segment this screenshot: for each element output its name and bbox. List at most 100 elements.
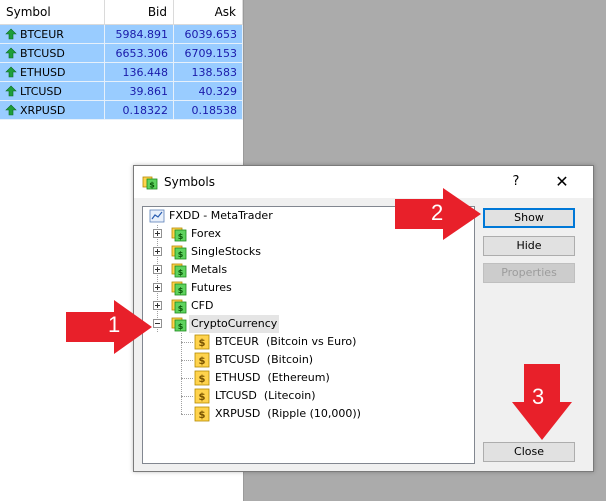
- callout-arrow-2: 2: [395, 188, 481, 240]
- tree-guide-line: [181, 333, 182, 414]
- symbols-folder-icon: $: [171, 317, 187, 332]
- symbols-tree[interactable]: FXDD - MetaTrader $ Forex $ SingleStocks…: [142, 206, 475, 464]
- ask-cell: 40.329: [173, 81, 243, 101]
- dollar-icon: $: [194, 352, 210, 368]
- tree-guide-line: [181, 360, 193, 361]
- up-arrow-icon: [5, 66, 17, 77]
- callout-number: 3: [532, 384, 545, 409]
- symbol-cell: XRPUSD: [0, 100, 105, 120]
- callout-arrow-3: 3: [512, 364, 572, 440]
- svg-text:$: $: [199, 410, 206, 421]
- tree-guide-line: [181, 396, 193, 397]
- ask-cell: 6039.653: [173, 24, 243, 44]
- svg-text:$: $: [178, 232, 184, 241]
- svg-text:$: $: [199, 374, 206, 385]
- hide-button[interactable]: Hide: [483, 236, 575, 256]
- symbols-folder-icon: $: [171, 227, 187, 242]
- symbol-name: ETHUSD: [20, 65, 66, 79]
- symbols-folder-icon: $: [171, 299, 187, 314]
- symbol-cell: ETHUSD: [0, 62, 105, 82]
- col-header-bid[interactable]: Bid: [104, 0, 174, 25]
- collapse-icon[interactable]: [153, 319, 162, 328]
- bid-cell: 39.861: [104, 81, 174, 101]
- tree-group-label: Forex: [191, 227, 222, 240]
- symbol-cell: BTCUSD: [0, 43, 105, 63]
- table-row[interactable]: BTCUSD 6653.306 6709.153: [0, 43, 243, 63]
- table-row[interactable]: LTCUSD 39.861 40.329: [0, 81, 243, 101]
- bid-cell: 0.18322: [104, 100, 174, 120]
- tree-guide-line: [181, 342, 193, 343]
- table-row[interactable]: ETHUSD 136.448 138.583: [0, 62, 243, 82]
- tree-guide-line: [181, 378, 193, 379]
- show-button[interactable]: Show: [483, 208, 575, 228]
- tree-symbol-label: BTCUSD (Bitcoin): [215, 353, 314, 366]
- dialog-title: Symbols: [164, 175, 215, 189]
- close-window-button[interactable]: ✕: [552, 172, 572, 192]
- expand-icon[interactable]: [153, 265, 162, 274]
- symbols-folder-icon: $: [171, 245, 187, 260]
- svg-text:$: $: [178, 322, 184, 331]
- ask-cell: 138.583: [173, 62, 243, 82]
- close-button[interactable]: Close: [483, 442, 575, 462]
- up-arrow-icon: [5, 28, 17, 39]
- bid-cell: 136.448: [104, 62, 174, 82]
- table-header-row: Symbol Bid Ask: [0, 0, 243, 25]
- tree-symbol-label: ETHUSD (Ethereum): [215, 371, 330, 384]
- up-arrow-icon: [5, 104, 17, 115]
- tree-symbol-label: BTCEUR (Bitcoin vs Euro): [215, 335, 357, 348]
- expand-icon[interactable]: [153, 247, 162, 256]
- expand-icon[interactable]: [153, 229, 162, 238]
- dollar-icon: $: [194, 334, 210, 350]
- expand-icon[interactable]: [153, 301, 162, 310]
- table-row[interactable]: BTCEUR 5984.891 6039.653: [0, 24, 243, 44]
- ask-cell: 0.18538: [173, 100, 243, 120]
- tree-guide-line: [181, 414, 193, 415]
- market-watch-table: Symbol Bid Ask BTCEUR 5984.891 6039.653 …: [0, 0, 243, 120]
- svg-text:$: $: [199, 356, 206, 367]
- tree-group-label: Futures: [191, 281, 232, 294]
- svg-text:$: $: [178, 250, 184, 259]
- expand-icon[interactable]: [153, 283, 162, 292]
- symbol-cell: LTCUSD: [0, 81, 105, 101]
- help-button[interactable]: ?: [506, 172, 526, 192]
- svg-text:$: $: [178, 268, 184, 277]
- callout-number: 1: [108, 312, 121, 337]
- symbol-name: BTCEUR: [20, 27, 64, 41]
- tree-group-label: CFD: [191, 299, 214, 312]
- callout-number: 2: [431, 200, 444, 225]
- symbol-name: BTCUSD: [20, 46, 65, 60]
- symbols-folder-icon: $: [171, 263, 187, 278]
- svg-text:$: $: [199, 338, 206, 349]
- dollar-icon: $: [194, 406, 210, 422]
- tree-group-label: Metals: [191, 263, 228, 276]
- svg-text:$: $: [199, 392, 206, 403]
- table-row[interactable]: XRPUSD 0.18322 0.18538: [0, 100, 243, 120]
- tree-symbol-label: XRPUSD (Ripple (10,000)): [215, 407, 361, 420]
- tree-guide-line: [157, 225, 158, 332]
- col-header-symbol[interactable]: Symbol: [0, 0, 105, 25]
- dollar-icon: $: [194, 370, 210, 386]
- up-arrow-icon: [5, 85, 17, 96]
- bid-cell: 6653.306: [104, 43, 174, 63]
- dollar-icon: $: [194, 388, 210, 404]
- symbol-name: LTCUSD: [20, 84, 62, 98]
- svg-text:$: $: [149, 181, 155, 190]
- up-arrow-icon: [5, 47, 17, 58]
- tree-root-label: FXDD - MetaTrader: [169, 209, 273, 222]
- tree-group-label: SingleStocks: [191, 245, 261, 258]
- metatrader-icon: [149, 209, 165, 223]
- callout-arrow-1: 1: [66, 300, 152, 354]
- tree-symbol-label: LTCUSD (Litecoin): [215, 389, 316, 402]
- properties-button[interactable]: Properties: [483, 263, 575, 283]
- symbols-folder-icon: $: [142, 176, 158, 190]
- svg-text:$: $: [178, 286, 184, 295]
- ask-cell: 6709.153: [173, 43, 243, 63]
- col-header-ask[interactable]: Ask: [173, 0, 243, 25]
- dialog-titlebar[interactable]: $ Symbols ? ✕: [134, 166, 593, 198]
- tree-group-label: CryptoCurrency: [189, 315, 280, 333]
- bid-cell: 5984.891: [104, 24, 174, 44]
- svg-text:$: $: [178, 304, 184, 313]
- symbol-cell: BTCEUR: [0, 24, 105, 44]
- symbols-folder-icon: $: [171, 281, 187, 296]
- symbol-name: XRPUSD: [20, 103, 66, 117]
